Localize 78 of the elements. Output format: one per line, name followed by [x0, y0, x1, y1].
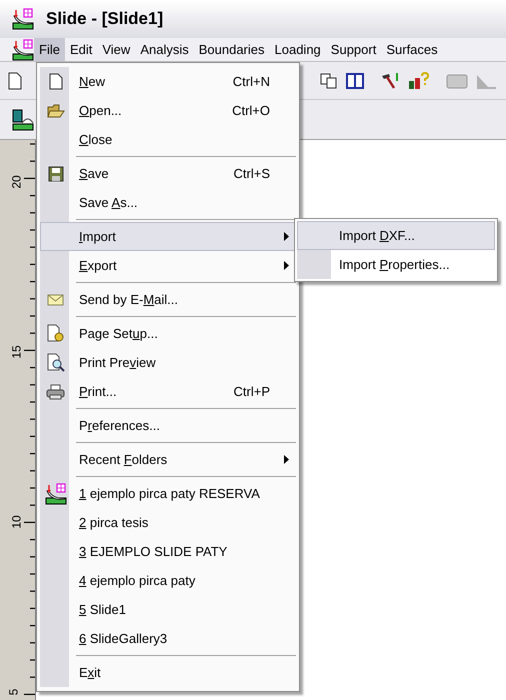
slide-app-icon	[12, 8, 34, 30]
menu-item[interactable]: Import	[40, 222, 296, 251]
menu-item[interactable]: Recent Folders	[40, 445, 296, 474]
menu-item-label: Save	[79, 166, 109, 181]
menu-item[interactable]: Send by E-Mail...	[40, 285, 296, 314]
shortcut-text: Ctrl+O	[232, 102, 270, 120]
menu-item-label: Send by E-Mail...	[79, 292, 178, 307]
ruler-label: 10	[10, 515, 23, 529]
menu-item-label: Export	[79, 258, 117, 273]
menu-item[interactable]: Save Ctrl+S	[40, 159, 296, 188]
menu-item-label: Save As...	[79, 194, 138, 210]
menu-item[interactable]: 5 Slide1	[40, 595, 296, 624]
new-page-icon[interactable]	[8, 72, 22, 90]
help-model-icon[interactable]	[12, 108, 34, 130]
magnifier-page-icon	[46, 353, 64, 372]
menu-item[interactable]: Export	[40, 251, 296, 280]
menu-bar-item[interactable]: Loading	[270, 38, 326, 61]
menu-item[interactable]: New Ctrl+N	[40, 67, 296, 96]
shortcut-text: Ctrl+S	[234, 164, 270, 183]
menu-bar-item[interactable]: Support	[326, 38, 382, 61]
menu-item-label: 3 EJEMPLO SLIDE PATY	[79, 544, 228, 559]
ruler-label: 5	[7, 688, 20, 696]
menu-item-label: Open...	[79, 102, 122, 118]
window-panes-icon[interactable]	[346, 72, 364, 88]
menu-item-label: Exit	[79, 664, 101, 680]
printer-icon	[46, 384, 65, 400]
ruler-label: 20	[10, 175, 23, 189]
submenu-arrow-icon	[284, 232, 289, 241]
shortcut-text: Ctrl+N	[232, 72, 270, 91]
menu-item-label: 1 ejemplo pirca paty RESERVA	[79, 486, 260, 501]
menu-item[interactable]: 6 SlideGallery3	[40, 624, 296, 653]
blank-page-icon	[48, 73, 62, 90]
bar-chart-question-icon[interactable]	[408, 72, 430, 90]
menu-item-label: Print...	[79, 384, 117, 399]
menu-item[interactable]: Close	[40, 125, 296, 154]
menu-item-label: Preferences...	[79, 418, 160, 433]
menu-item-label: 6 SlideGallery3	[79, 630, 168, 646]
envelope-icon	[47, 294, 64, 306]
page-gear-icon	[46, 324, 64, 343]
menu-bar-item[interactable]: View	[97, 38, 136, 61]
menu-item[interactable]: Print Preview	[40, 348, 296, 377]
menu-item-label: 4 ejemplo pirca paty	[79, 572, 196, 588]
menu-item[interactable]: Print... Ctrl+P	[40, 377, 296, 406]
menu-item[interactable]: 2 pirca tesis	[40, 508, 296, 537]
menu-item[interactable]: 4 ejemplo pirca paty	[40, 566, 296, 595]
shortcut-text: Ctrl+P	[234, 382, 270, 401]
menu-bar-item[interactable]: Surfaces	[381, 38, 443, 61]
menu-item-label: 5 Slide1	[79, 602, 126, 617]
menu-item-label: 2 pirca tesis	[79, 514, 148, 530]
submenu-arrow-icon	[284, 261, 289, 270]
menu-item[interactable]: 1 ejemplo pirca paty RESERVA	[40, 479, 296, 508]
menu-item-label: Import DXF...	[339, 226, 415, 245]
menu-item[interactable]: 3 EJEMPLO SLIDE PATY	[40, 537, 296, 566]
menu-bar-item[interactable]: Analysis	[135, 38, 194, 61]
menu-bar-item[interactable]: File	[34, 38, 65, 61]
menu-item-label: Recent Folders	[79, 452, 168, 467]
menu-item-label: Page Setup...	[79, 326, 158, 341]
menu-item-label: Import	[79, 228, 116, 244]
menu-item[interactable]: Open... Ctrl+O	[40, 96, 296, 125]
menu-item-label: New	[79, 74, 106, 89]
menu-item[interactable]: Exit	[40, 658, 296, 687]
copy-pages-icon[interactable]	[320, 72, 338, 88]
ruler-label: 15	[10, 345, 23, 359]
slide-app-icon	[44, 482, 66, 504]
menu-bar-item[interactable]: Boundaries	[194, 38, 270, 61]
menu-bar-item[interactable]: Edit	[64, 38, 98, 61]
submenu-arrow-icon	[284, 455, 289, 464]
menu-item-label: Import Properties...	[339, 256, 450, 274]
folder-icon	[46, 103, 64, 118]
menu-item-label: Print Preview	[79, 354, 156, 370]
menu-item[interactable]: Preferences...	[40, 411, 296, 440]
menu-item[interactable]: Save As...	[40, 188, 296, 217]
hammer-icon[interactable]	[380, 72, 400, 90]
menu-item-label: Close	[79, 132, 112, 147]
menu-item[interactable]: Import DXF...	[297, 221, 495, 250]
menu-item[interactable]: Import Properties...	[297, 250, 495, 279]
window-title: Slide - [Slide1]	[46, 8, 164, 30]
menu-item[interactable]: Page Setup...	[40, 319, 296, 348]
